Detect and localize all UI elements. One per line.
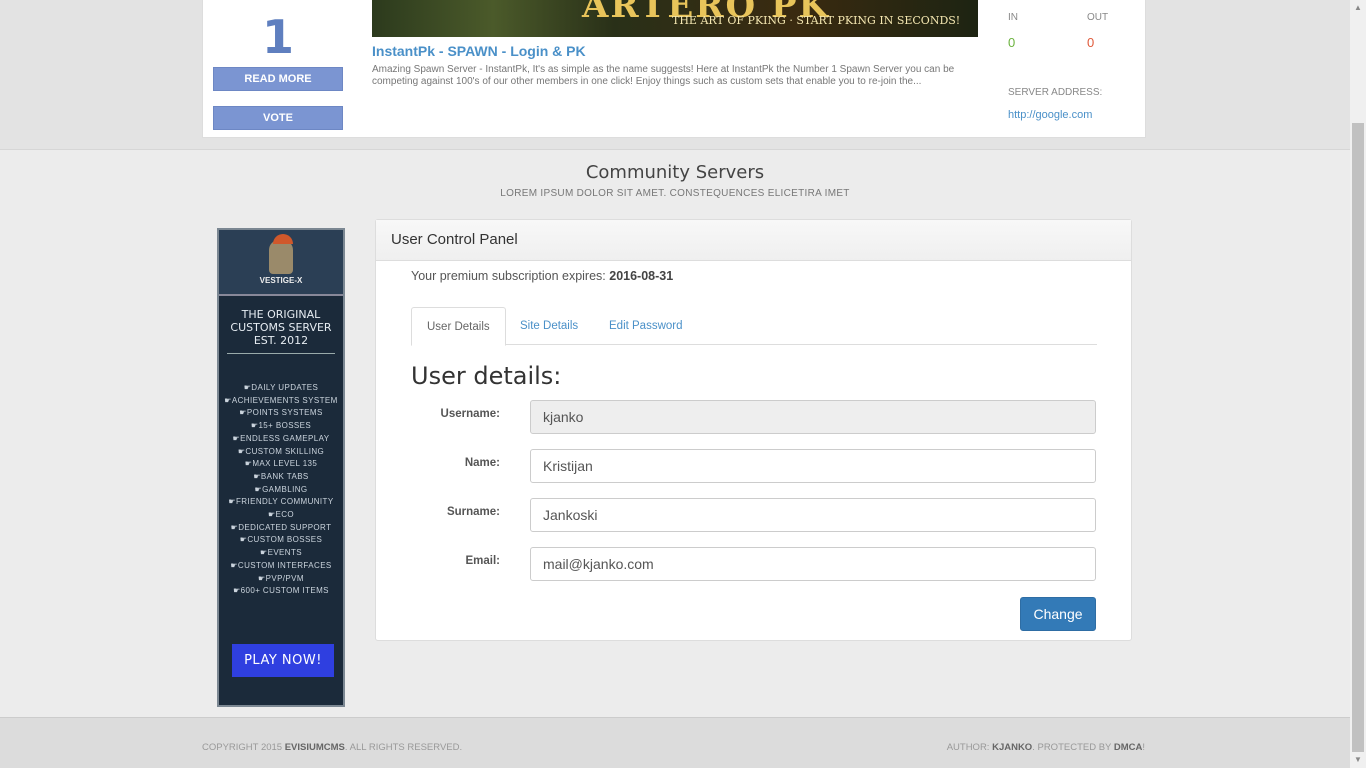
panel-heading: User Control Panel [376, 220, 1131, 261]
section-subtitle: LOREM IPSUM DOLOR SIT AMET. CONSTEQUENCE… [500, 188, 850, 199]
ad-feature: 600+ CUSTOM ITEMS [219, 585, 343, 598]
ad-feature: CUSTOM BOSSES [219, 534, 343, 547]
scroll-thumb[interactable] [1352, 123, 1364, 752]
username-label: Username: [440, 408, 500, 420]
scroll-down-icon[interactable]: ▼ [1350, 752, 1366, 768]
ad-feature: ECO [219, 509, 343, 522]
author-link[interactable]: KJANKO [992, 742, 1032, 753]
change-button[interactable]: Change [1020, 597, 1096, 631]
ad-headline-line: CUSTOMS SERVER [230, 321, 332, 334]
premium-date: 2016-08-31 [609, 269, 674, 283]
ad-feature-list: DAILY UPDATES ACHIEVEMENTS SYSTEM POINTS… [219, 382, 343, 598]
read-more-button[interactable]: READ MORE [213, 67, 343, 91]
user-control-panel: User Control Panel Your premium subscrip… [375, 219, 1132, 641]
server-address-link[interactable]: http://google.com [1008, 109, 1092, 121]
ad-headline-line: THE ORIGINAL [241, 308, 321, 321]
ad-feature: CUSTOM INTERFACES [219, 560, 343, 573]
ad-feature: EVENTS [219, 547, 343, 560]
knight-helmet-icon [269, 234, 293, 274]
ad-feature: ENDLESS GAMEPLAY [219, 433, 343, 446]
section-title: Community Servers [585, 162, 765, 183]
ad-headline-line: EST. 2012 [253, 334, 309, 347]
copyright-prefix: COPYRIGHT 2015 [202, 742, 283, 753]
username-field[interactable] [530, 400, 1096, 434]
ad-feature: DEDICATED SUPPORT [219, 522, 343, 535]
server-address-label: SERVER ADDRESS: [1008, 87, 1103, 98]
vote-button[interactable]: VOTE [213, 106, 343, 130]
ad-brand: VESTIGE-X [259, 276, 303, 285]
ad-feature: 15+ BOSSES [219, 420, 343, 433]
footer-brand-link[interactable]: EVISIUMCMS [285, 742, 345, 753]
server-rank: 1 [261, 10, 294, 64]
name-field[interactable] [530, 449, 1096, 483]
panel-tabs: User Details Site Details Edit Password [411, 307, 1097, 346]
tab-edit-password[interactable]: Edit Password [594, 307, 698, 345]
tab-user-details[interactable]: User Details [411, 307, 506, 346]
ad-feature: MAX LEVEL 135 [219, 458, 343, 471]
surname-label: Surname: [446, 506, 500, 518]
footer: COPYRIGHT 2015 EVISIUMCMS. ALL RIGHTS RE… [0, 717, 1350, 768]
ad-feature: GAMBLING [219, 484, 343, 497]
name-label: Name: [464, 457, 500, 469]
ad-feature: DAILY UPDATES [219, 382, 343, 395]
tab-site-details[interactable]: Site Details [505, 307, 593, 345]
protected-suffix: ! [1142, 742, 1145, 753]
vertical-scrollbar[interactable]: ▲ ▼ [1350, 0, 1366, 768]
surname-field[interactable] [530, 498, 1096, 532]
out-count: 0 [1087, 35, 1095, 50]
ad-feature: PVP/PVM [219, 573, 343, 586]
banner-subtitle: THE ART OF PKING · START PKING IN SECOND… [672, 14, 961, 27]
form-title: User details: [411, 362, 562, 390]
server-card: 1 READ MORE VOTE ARTERO PK THE ART OF PK… [202, 0, 1146, 138]
footer-copyright: COPYRIGHT 2015 EVISIUMCMS. ALL RIGHTS RE… [202, 742, 462, 753]
ad-feature: ACHIEVEMENTS SYSTEM [219, 395, 343, 408]
server-banner[interactable]: ARTERO PK THE ART OF PKING · START PKING… [372, 0, 978, 37]
email-field[interactable] [530, 547, 1096, 581]
scroll-up-icon[interactable]: ▲ [1350, 0, 1366, 16]
ad-logo: VESTIGE-X [219, 230, 343, 296]
in-label: IN [1008, 12, 1018, 23]
play-now-button[interactable]: PLAY NOW! [232, 644, 334, 677]
ad-feature: CUSTOM SKILLING [219, 446, 343, 459]
protected-prefix: . PROTECTED BY [1032, 742, 1112, 753]
out-label: OUT [1087, 12, 1109, 23]
copyright-suffix: . ALL RIGHTS RESERVED. [344, 742, 463, 753]
premium-label: Your premium subscription expires: [411, 269, 606, 283]
dmca-link[interactable]: DMCA [1114, 742, 1143, 753]
sidebar-ad-banner[interactable]: VESTIGE-X THE ORIGINAL CUSTOMS SERVER ES… [217, 228, 345, 707]
ad-feature: POINTS SYSTEMS [219, 407, 343, 420]
ad-headline: THE ORIGINAL CUSTOMS SERVER EST. 2012 [227, 308, 335, 354]
server-description: Amazing Spawn Server - InstantPk, It's a… [372, 64, 955, 87]
in-count: 0 [1008, 35, 1016, 50]
ad-feature: FRIENDLY COMMUNITY [219, 496, 343, 509]
email-label: Email: [465, 555, 500, 567]
server-title-link[interactable]: InstantPk - SPAWN - Login & PK [372, 43, 586, 59]
ad-feature: BANK TABS [219, 471, 343, 484]
author-prefix: AUTHOR: [946, 742, 990, 753]
premium-expiry: Your premium subscription expires: 2016-… [411, 269, 673, 283]
footer-credits: AUTHOR: KJANKO. PROTECTED BY DMCA! [947, 742, 1145, 753]
